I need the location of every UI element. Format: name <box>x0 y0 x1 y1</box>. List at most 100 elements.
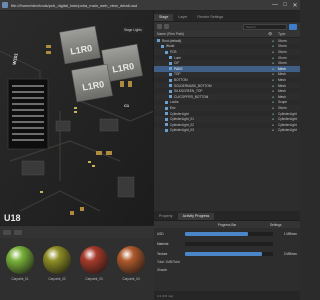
pcb-render: L1R0 L1R0 L1R0 W101 U18 C1 <box>0 11 153 225</box>
tab-render-settings[interactable]: Render Settings <box>192 14 228 21</box>
tree-row-name: CU/COPPER_BOTTOM <box>154 95 268 99</box>
visibility-toggle-icon[interactable]: ● <box>268 106 278 110</box>
prim-icon <box>169 73 172 77</box>
visibility-toggle-icon[interactable]: ● <box>268 123 278 127</box>
col-name[interactable]: Name (Prim Path) <box>154 32 268 36</box>
progress-bar <box>185 232 273 236</box>
tree-row[interactable]: Looks ● Scope <box>154 99 300 106</box>
visibility-toggle-icon[interactable]: ● <box>268 50 278 54</box>
tree-row-name: TOP <box>154 72 268 76</box>
silk-ref-c: C1 <box>124 103 130 108</box>
tree-row[interactable]: CylinderLight ● CylinderLight <box>154 110 300 117</box>
minimize-button[interactable]: — <box>270 2 280 8</box>
panel-tabs: Stage Layer Render Settings <box>154 11 300 22</box>
tree-row[interactable]: Root (default) ● Xform <box>154 38 300 44</box>
col-visibility[interactable]: 👁 <box>268 32 278 36</box>
tree-row[interactable]: SOLDERMASK_BOTTOM ● Mesh <box>154 83 300 89</box>
visibility-toggle-icon[interactable]: ● <box>268 128 278 132</box>
tree-row[interactable]: TOP ● Mesh <box>154 72 300 78</box>
visibility-toggle-icon[interactable]: ● <box>268 72 278 76</box>
tree-row[interactable]: CylinderLight_01 ● CylinderLight <box>154 116 300 122</box>
material-swatch[interactable]: Carpaint_02 <box>41 246 73 290</box>
visibility-toggle-icon[interactable]: ● <box>268 84 278 88</box>
material-label: Carpaint_01 <box>11 277 29 281</box>
tree-row-label: CylinderLight_02 <box>170 122 194 127</box>
tree-row[interactable]: CylinderLight_03 ● CylinderLight <box>154 128 300 134</box>
material-swatch[interactable]: Carpaint_03 <box>78 246 110 290</box>
tree-row[interactable]: SILKSCREEN_TOP ● Mesh <box>154 88 300 94</box>
col-type[interactable]: Type <box>278 32 300 36</box>
tree-row[interactable]: Env ● Xform <box>154 105 300 111</box>
tab-layer[interactable]: Layer <box>173 14 192 21</box>
visibility-toggle-icon[interactable]: ● <box>268 89 278 93</box>
filter-icon[interactable] <box>164 24 169 29</box>
tree-row-name: PCB <box>154 50 268 54</box>
visibility-toggle-icon[interactable]: ● <box>268 100 278 104</box>
tree-row-name: World <box>154 44 268 48</box>
maximize-button[interactable]: □ <box>280 2 290 8</box>
stage-tree[interactable]: Root (default) ● Xform World ● Xform PCB ● Xform… <box>154 38 300 184</box>
tree-row-label: Lumi <box>174 55 181 60</box>
visibility-toggle-icon[interactable]: ● <box>268 39 278 43</box>
material-swatch[interactable]: Carpaint_01 <box>4 246 36 290</box>
tree-row[interactable]: CIF ● Xform <box>154 60 300 66</box>
visibility-toggle-icon[interactable]: ● <box>268 78 278 82</box>
visibility-toggle-icon[interactable]: ● <box>268 56 278 60</box>
material-swatch[interactable]: Carpaint_04 <box>115 246 147 290</box>
tree-header: Name (Prim Path) 👁 Type <box>154 31 300 38</box>
material-sphere-icon <box>80 246 108 274</box>
visibility-toggle-icon[interactable]: ● <box>268 112 278 116</box>
tree-row-name: CylinderLight_03 <box>154 128 268 132</box>
tree-row-type: Mesh <box>278 77 286 82</box>
visibility-toggle-icon[interactable]: ● <box>268 117 278 121</box>
viewport-overlay-label[interactable]: Stage Lights <box>122 27 144 33</box>
tree-row[interactable]: CylinderLight_02 ● CylinderLight <box>154 121 300 128</box>
progress-name: Texture <box>157 252 168 256</box>
activity-progress-panel: Progress Bar Settings USD 1 MB/sec Mater… <box>154 221 300 300</box>
prim-icon <box>157 39 160 43</box>
tree-row[interactable]: World ● Xform <box>154 43 300 50</box>
tree-row[interactable]: PCB ● Xform <box>154 49 300 55</box>
tab-property[interactable]: Property <box>154 213 178 220</box>
tree-row-label: SILKSCREEN_TOP <box>174 89 203 94</box>
tree-row-name: CIF <box>154 61 268 65</box>
tree-row[interactable]: Lumi ● Xform <box>154 54 300 61</box>
search-input[interactable]: Search <box>243 23 287 30</box>
tree-row[interactable]: CU/COPPER_BOTTOM ● Mesh <box>154 94 300 100</box>
progress-header-cell: Settings <box>269 222 282 227</box>
tree-row-name: Root (default) <box>154 39 268 43</box>
palette-tool-icon[interactable] <box>3 229 11 235</box>
prim-icon <box>169 61 172 65</box>
material-label: Carpaint_04 <box>122 277 140 281</box>
visibility-toggle-icon[interactable]: ● <box>268 67 278 71</box>
prim-icon <box>169 67 172 71</box>
add-prim-button[interactable] <box>289 23 297 30</box>
tree-row-name: Env <box>154 106 268 110</box>
prim-icon <box>165 50 168 54</box>
total-label: Total: 1MB/Total <box>157 260 180 264</box>
tree-row[interactable]: PADS ● Mesh <box>154 65 300 72</box>
tab-activity-progress[interactable]: Activity Progress <box>177 213 215 220</box>
visibility-toggle-icon[interactable]: ● <box>268 61 278 65</box>
tree-row-name: SOLDERMASK_BOTTOM <box>154 84 268 88</box>
visibility-toggle-icon[interactable]: ● <box>268 44 278 48</box>
progress-bar <box>185 252 273 256</box>
progress-name: USD <box>157 232 164 236</box>
palette-tool-icon[interactable] <box>14 229 22 235</box>
viewport[interactable]: L1R0 L1R0 L1R0 W101 U18 C1 Stage Lights <box>0 11 154 225</box>
close-button[interactable]: ✕ <box>290 2 300 9</box>
tree-row-name: SILKSCREEN_TOP <box>154 89 268 93</box>
eye-icon[interactable] <box>157 24 162 29</box>
prim-icon <box>169 78 172 82</box>
material-sphere-icon <box>6 246 34 274</box>
tree-row-label: CIF <box>174 61 180 66</box>
property-tabs: Property Activity Progress <box>154 211 300 221</box>
tree-row-label: PADS <box>174 66 183 71</box>
tree-row-type: Xform <box>278 55 287 60</box>
tab-stage[interactable]: Stage <box>154 14 174 21</box>
tree-row[interactable]: BOTTOM ● Mesh <box>154 77 300 83</box>
visibility-toggle-icon[interactable]: ● <box>268 95 278 99</box>
tree-row-type: Mesh <box>278 83 286 88</box>
progress-value: 3 MB/sec <box>283 252 297 256</box>
progress-row-usd: USD 1 MB/sec <box>154 230 300 238</box>
